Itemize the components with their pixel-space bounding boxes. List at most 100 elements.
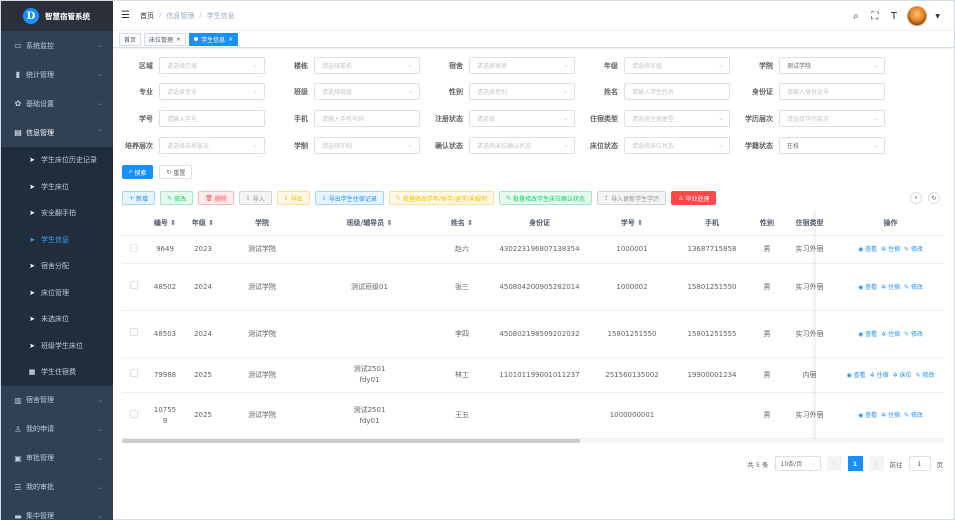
sidebar-subitem-safety[interactable]: ➤ 安全翻手拍 — [1, 200, 113, 227]
sidebar-subitem-dorm-assign[interactable]: ➤ 宿舍分配 — [1, 253, 113, 280]
tag-home[interactable]: 首页 — [119, 32, 142, 46]
name-input[interactable]: 请输入学生姓名 — [624, 83, 730, 100]
student-no-input[interactable]: 请输入学号 — [159, 110, 265, 127]
stay-link[interactable]: ✲ 住宿 — [870, 370, 889, 381]
view-link[interactable]: ◉ 查看 — [846, 370, 865, 381]
view-link[interactable]: ◉ 查看 — [858, 244, 877, 255]
major-select[interactable]: 请选择专业 ⌄ — [159, 83, 265, 100]
fullscreen-icon[interactable]: ⛶ — [869, 11, 880, 22]
edit-link[interactable]: ✎ 修改 — [904, 329, 923, 340]
stay-link[interactable]: ✲ 住宿 — [881, 282, 900, 293]
sidebar-subitem-bed-history[interactable]: ➤ 学生床位历史记录 — [1, 147, 113, 174]
row-checkbox[interactable] — [130, 281, 138, 289]
sidebar-item-my-applications[interactable]: ♙ 我的申请 ⌄ — [1, 415, 113, 444]
reset-button[interactable]: ↻ 重置 — [159, 165, 193, 179]
prev-page-button[interactable]: ‹ — [826, 456, 842, 471]
font-size-icon[interactable]: T — [888, 11, 899, 22]
sidebar-item-dorm-management[interactable]: ▥ 宿舍管理 ⌄ — [1, 386, 113, 415]
import-update-button[interactable]: ⇪ 导入更新学生学历 — [597, 191, 667, 205]
grade-select[interactable]: 请选择年级 ⌄ — [624, 57, 730, 74]
sidebar-item-info-management[interactable]: ▤ 信息管理 ⌃ — [1, 118, 113, 147]
close-icon[interactable]: × — [228, 36, 233, 43]
goto-page-input[interactable]: 1 — [908, 456, 931, 471]
search-button[interactable]: ⌕ 搜索 — [122, 165, 154, 179]
edit-button[interactable]: ✎ 修改 — [160, 191, 194, 205]
phone-input[interactable]: 请输入手机号码 — [314, 110, 420, 127]
view-link[interactable]: ◉ 查看 — [858, 410, 877, 421]
upload-icon: ⇪ — [604, 194, 610, 202]
search-icon[interactable]: ⌕ — [850, 11, 861, 22]
stay-link[interactable]: ✲ 住宿 — [881, 329, 900, 340]
row-checkbox[interactable] — [130, 409, 138, 418]
register-status-select[interactable]: 请选择 ⌄ — [469, 110, 575, 127]
horizontal-scrollbar[interactable] — [122, 439, 944, 443]
page-number-current[interactable]: 1 — [847, 456, 863, 471]
batch-edit-button[interactable]: ✎ 批量修改学年/休学/退学/未报到 — [388, 191, 494, 205]
bed-status-select[interactable]: 请选择床位状态 ⌄ — [624, 137, 730, 154]
cell-name: 李四 — [455, 329, 469, 338]
graduate-button[interactable]: ♙ 毕业处理 — [671, 191, 717, 205]
edit-link[interactable]: ✎ 修改 — [904, 282, 923, 293]
bed-link[interactable]: ✲ 床位 — [893, 370, 912, 381]
breadcrumb-home[interactable]: 首页 — [140, 11, 154, 21]
training-level-select[interactable]: 请选择培养层次 ⌄ — [159, 137, 265, 154]
search-icon[interactable]: ⌕ — [910, 192, 922, 204]
education-level-select[interactable]: 请选择学历层次 ⌄ — [779, 110, 885, 127]
sidebar-subitem-class-bed[interactable]: ➤ 班级学生床位 — [1, 332, 113, 359]
stay-link[interactable]: ✲ 住宿 — [881, 244, 900, 255]
col-stuno[interactable]: 学号 ⇕ — [592, 218, 672, 228]
class-select[interactable]: 请选择班级 ⌄ — [314, 83, 420, 100]
col-name[interactable]: 姓名 ⇕ — [437, 218, 487, 228]
delete-button[interactable]: 🗑 删除 — [198, 191, 234, 205]
enrollment-status-select[interactable]: 在校 ⌄ — [779, 137, 885, 154]
sidebar-subitem-unselected-bed[interactable]: ➤ 未选床位 — [1, 306, 113, 333]
app-logo[interactable]: D 智慧宿管系统 — [1, 1, 113, 31]
area-select[interactable]: 请选择区域 ⌄ — [159, 57, 265, 74]
building-select[interactable]: 请选择楼栋 ⌄ — [314, 57, 420, 74]
schooling-length-select[interactable]: 请选择学制 ⌄ — [314, 137, 420, 154]
sidebar-item-approval-management[interactable]: ▣ 审批管理 ⌄ — [1, 444, 113, 473]
next-page-button[interactable]: › — [868, 456, 884, 471]
caret-down-icon[interactable]: ▼ — [935, 13, 940, 20]
export-button[interactable]: ⇩ 导出 — [276, 191, 310, 205]
add-button[interactable]: + 新增 — [122, 191, 156, 205]
refresh-icon[interactable]: ↻ — [928, 192, 940, 204]
row-checkbox[interactable] — [130, 328, 138, 336]
hamburger-icon[interactable]: ☰ — [121, 10, 130, 21]
scrollbar-thumb[interactable] — [122, 439, 580, 443]
confirm-status-select[interactable]: 请选择床位确认状态 ⌄ — [469, 137, 575, 154]
edit-link[interactable]: ✎ 修改 — [916, 370, 935, 381]
close-icon[interactable]: × — [176, 36, 181, 43]
idcard-input[interactable]: 请输入身份证号 — [779, 83, 885, 100]
sidebar-item-my-approvals[interactable]: ☰ 我的审批 ⌄ — [1, 473, 113, 502]
gender-select[interactable]: 请选择性别 ⌄ — [469, 83, 575, 100]
import-button[interactable]: ⇪ 导入 — [238, 191, 272, 205]
sidebar-subitem-student-info[interactable]: ➤ 学生信息 — [1, 226, 113, 253]
export-records-button[interactable]: ⇩ 导出学生住宿记录 — [314, 191, 384, 205]
view-link[interactable]: ◉ 查看 — [858, 282, 877, 293]
row-checkbox[interactable] — [130, 243, 138, 252]
tag-student-info[interactable]: 学生信息 × — [189, 32, 239, 46]
stay-type-select[interactable]: 请选择住宿类型 ⌄ — [624, 110, 730, 127]
sidebar-subitem-bed-management[interactable]: ➤ 床位管理 — [1, 279, 113, 306]
sidebar-item-basic-settings[interactable]: ✿ 基础设置 ⌄ — [1, 89, 113, 118]
col-grade[interactable]: 年级 ⇕ — [184, 218, 222, 228]
sidebar-subitem-student-bed[interactable]: ➤ 学生床位 — [1, 173, 113, 200]
college-select[interactable]: 测试学院 ⌄ — [779, 57, 885, 74]
sidebar-item-system-monitor[interactable]: ▭ 系统监控 ⌄ — [1, 31, 113, 60]
avatar[interactable] — [907, 6, 928, 26]
sidebar-subitem-fees[interactable]: ▦ 学生住宿费 — [1, 359, 113, 386]
edit-link[interactable]: ✎ 修改 — [904, 410, 923, 421]
tag-bed-management[interactable]: 床位管理 × — [144, 32, 187, 46]
row-checkbox[interactable] — [130, 369, 138, 377]
view-link[interactable]: ◉ 查看 — [858, 329, 877, 340]
edit-link[interactable]: ✎ 修改 — [904, 244, 923, 255]
dorm-select[interactable]: 请选择宿舍 ⌄ — [469, 57, 575, 74]
stay-link[interactable]: ✲ 住宿 — [881, 410, 900, 421]
col-class[interactable]: 班级/辅导员 ⇕ — [302, 218, 437, 228]
sidebar-item-centralized-management[interactable]: ▬ 集中管理 ⌄ — [1, 502, 113, 520]
batch-confirm-button[interactable]: ✎ 批量修改学生床位确认状态 — [498, 191, 593, 205]
sidebar-item-statistics[interactable]: ▮ 统计管理 ⌄ — [1, 60, 113, 89]
page-size-select[interactable]: 10条/页 ⌄ — [774, 456, 821, 471]
col-id[interactable]: 编号 ⇕ — [146, 218, 184, 228]
